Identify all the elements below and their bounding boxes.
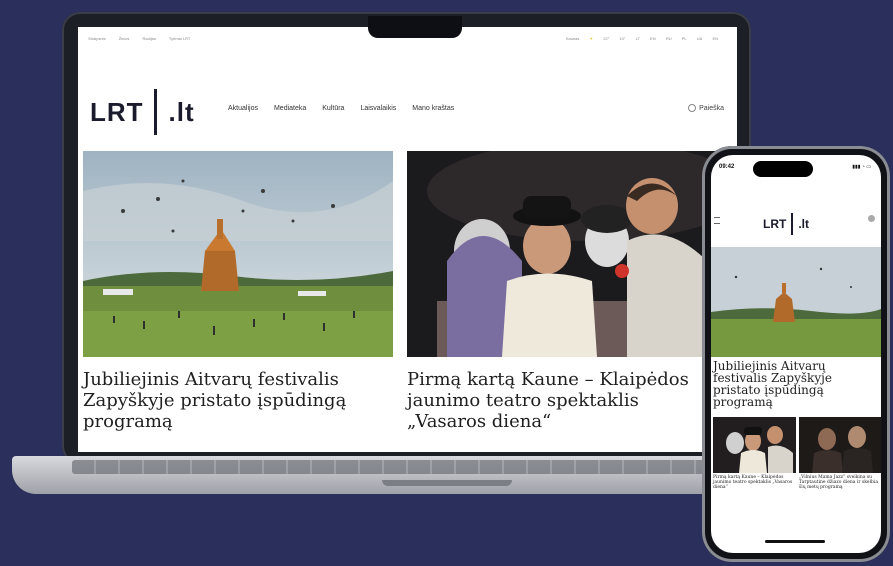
search-label: Paieška	[699, 104, 724, 112]
phone-logo-divider	[791, 213, 794, 235]
utility-link[interactable]: Tyrimai LRT	[169, 36, 190, 41]
dynamic-island	[753, 161, 813, 177]
weather-temp: 22°	[603, 35, 610, 41]
lang-link[interactable]: RU	[666, 36, 672, 41]
main-nav: Aktualijos Mediateka Kultūra Laisvalaiki…	[228, 105, 470, 112]
phone-logo-domain: .lt	[798, 217, 809, 231]
site-logo[interactable]: LRT .lt	[90, 89, 195, 135]
laptop-screen: Straipsnis Žinios Radijas Tyrimai LRT Ka…	[78, 27, 737, 452]
phone-screen: 09:42 ▮▮▮ ◔ ▭ LRT .lt Jubiliejinis Aitva…	[711, 155, 881, 553]
keyboard-edge	[72, 460, 812, 474]
home-indicator	[765, 540, 825, 543]
lang-link[interactable]: UA	[697, 36, 703, 41]
nav-item[interactable]: Laisvalaikis	[360, 105, 396, 112]
user-icon[interactable]	[868, 215, 875, 222]
search-button[interactable]: Paieška	[688, 104, 724, 112]
phone-small-article-title[interactable]: Pirmą kartą Kaune – Klaipėdos jaunimo te…	[713, 475, 796, 490]
site-header: LRT .lt Aktualijos Mediateka Kultūra Lai…	[78, 83, 737, 135]
phone-small-article-title[interactable]: „Vilnius Mama Jazz“ sveikina su Tarptaut…	[799, 475, 881, 490]
weather-city: Kaunas	[565, 35, 580, 41]
phone-logo[interactable]: LRT .lt	[763, 213, 809, 235]
phone-article-image-theatre[interactable]	[713, 417, 796, 473]
utility-link[interactable]: Straipsnis	[88, 36, 106, 41]
lang-link[interactable]: EN	[650, 36, 656, 41]
phone-article-image-kites[interactable]	[711, 247, 881, 357]
phone-article-image-jazz[interactable]	[799, 417, 881, 473]
nav-item[interactable]: Mediateka	[274, 105, 306, 112]
article-image-kites[interactable]	[83, 151, 393, 357]
utility-link[interactable]: Žinios	[119, 36, 130, 41]
lang-link[interactable]: PL	[682, 36, 687, 41]
opening-lip	[382, 480, 512, 486]
sun-icon: ☀	[589, 35, 594, 41]
utility-link[interactable]: Radijas	[142, 36, 155, 41]
article-image-theatre[interactable]	[407, 151, 718, 357]
search-icon	[688, 104, 697, 112]
status-time: 09:42	[719, 164, 735, 170]
logo-domain: .lt	[168, 96, 195, 127]
logo-brand: LRT	[90, 96, 144, 127]
phone-header: LRT .lt	[711, 205, 881, 235]
camera-notch	[368, 16, 462, 38]
phone-logo-brand: LRT	[763, 217, 787, 231]
article-title[interactable]: Pirmą kartą Kaune – Klaipėdos jaunimo te…	[407, 369, 707, 432]
menu-icon[interactable]	[714, 217, 720, 224]
nav-item[interactable]: Kultūra	[322, 105, 344, 112]
article-title[interactable]: Jubiliejinis Aitvarų festivalis Zapyškyj…	[83, 369, 393, 432]
cloud-temp: 10°	[619, 35, 626, 41]
logo-divider	[153, 89, 157, 135]
lang-link[interactable]: EN	[712, 36, 718, 41]
phone-article-title[interactable]: Jubiliejinis Aitvarų festivalis Zapyškyj…	[713, 360, 881, 408]
nav-item[interactable]: Mano kraštas	[412, 105, 454, 112]
signal-battery-icon: ▮▮▮ ◔ ▭	[852, 164, 871, 170]
nav-item[interactable]: Aktualijos	[228, 105, 258, 112]
lang-link[interactable]: LT	[636, 36, 640, 41]
